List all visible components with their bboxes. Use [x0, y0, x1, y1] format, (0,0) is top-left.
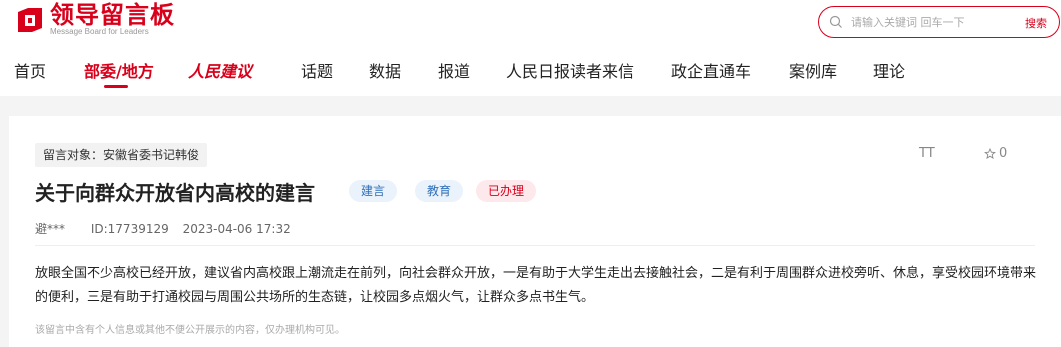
nav-item-reader-letters[interactable]: 人民日报读者来信	[506, 58, 634, 82]
font-size-toggle[interactable]: TT	[919, 146, 935, 161]
tag-field[interactable]: 教育	[415, 180, 464, 202]
message-card: 留言对象：安徽省委书记韩俊 TT 0 关于向群众开放省内高校的建言 建言 教育 …	[9, 116, 1061, 347]
nav-item-theory[interactable]: 理论	[873, 58, 905, 82]
message-datetime: 2023-04-06 17:32	[182, 222, 291, 236]
message-id: ID:17739129	[90, 222, 169, 236]
message-meta: 避*** ID:17739129 2023-04-06 17:32	[35, 220, 313, 237]
message-content: 放眼全国不少高校已经开放，建议省内高校跟上潮流走在前列，向社会群众开放，一是有助…	[35, 266, 1037, 305]
target-label: 留言对象	[43, 148, 92, 162]
search-icon	[829, 15, 842, 28]
favorite-button[interactable]: 0	[984, 146, 1007, 161]
nav-item-people-suggestions[interactable]: 人民建议	[188, 58, 252, 82]
author-name: 避***	[35, 222, 66, 236]
logo-mark-icon	[18, 8, 42, 32]
target-value: 安徽省委书记韩俊	[103, 148, 200, 162]
font-size-icon: TT	[919, 146, 935, 161]
nav-item-ministries[interactable]: 部委/地方	[84, 58, 154, 82]
message-title: 关于向群众开放省内高校的建言	[35, 181, 315, 205]
search-button[interactable]: 搜索	[1025, 15, 1047, 31]
message-target: 留言对象：安徽省委书记韩俊	[35, 143, 208, 167]
site-logo[interactable]: 领导留言板 Message Board for Leaders	[14, 3, 175, 37]
divider	[35, 245, 1035, 246]
logo-title: 领导留言板	[50, 1, 175, 29]
top-header: 领导留言板 Message Board for Leaders 搜索 首页 部委…	[0, 0, 1061, 96]
nav-item-enterprise[interactable]: 政企直通车	[671, 58, 751, 82]
star-icon	[984, 147, 996, 159]
nav-item-topics[interactable]: 话题	[301, 58, 333, 82]
nav-active-indicator	[104, 85, 128, 88]
favorite-count: 0	[999, 146, 1008, 161]
tag-category[interactable]: 建言	[349, 180, 398, 202]
search-input[interactable]	[851, 15, 1001, 29]
nav-item-data[interactable]: 数据	[369, 58, 401, 82]
nav-item-reports[interactable]: 报道	[438, 58, 470, 82]
nav-item-cases[interactable]: 案例库	[789, 58, 837, 82]
privacy-note: 该留言中含有个人信息或其他不便公开展示的内容，仅办理机构可见。	[35, 325, 345, 336]
logo-subtitle: Message Board for Leaders	[50, 27, 149, 36]
nav-item-home[interactable]: 首页	[14, 58, 46, 82]
main-nav: 首页 部委/地方 人民建议 话题 数据 报道 人民日报读者来信 政企直通车 案例…	[0, 56, 1061, 92]
status-badge: 已办理	[476, 180, 537, 202]
search-box: 搜索	[818, 6, 1060, 38]
